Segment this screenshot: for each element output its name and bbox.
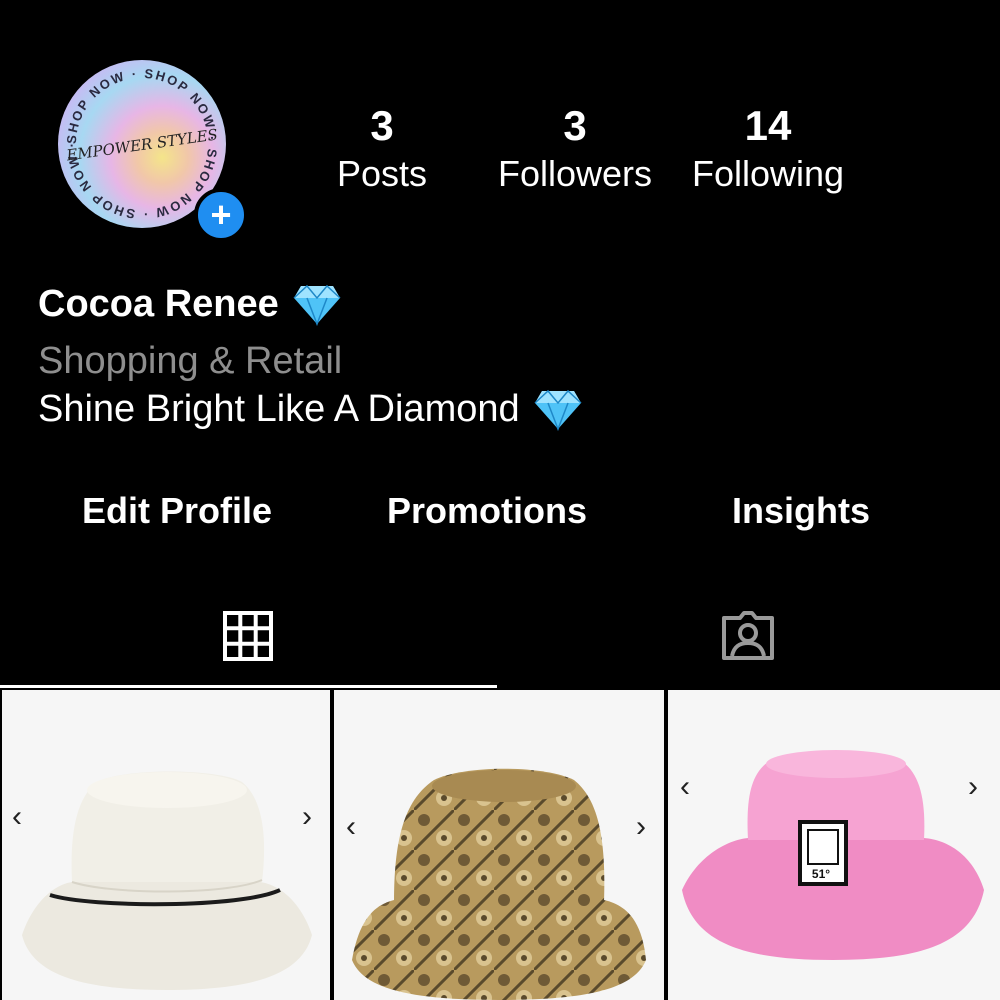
carousel-next-arrow[interactable]: › (302, 800, 312, 834)
tagged-icon (722, 611, 774, 660)
post-tile[interactable]: 51° ‹ › (668, 690, 1000, 1000)
carousel-prev-arrow[interactable]: ‹ (346, 810, 356, 844)
profile-bio: Shine Bright Like A Diamond (38, 388, 520, 430)
followers-label: Followers (497, 153, 653, 194)
carousel-next-arrow[interactable]: › (968, 770, 978, 804)
post-tile[interactable]: ‹ › (2, 690, 330, 1000)
diamond-icon (534, 389, 582, 431)
stat-following[interactable]: 14 Following (668, 100, 868, 196)
carousel-prev-arrow[interactable]: ‹ (680, 770, 690, 804)
tab-tagged[interactable] (698, 600, 798, 672)
profile-name-row: Cocoa Renee (38, 283, 341, 326)
promotions-button[interactable]: Promotions (387, 490, 587, 532)
add-story-button[interactable]: + (194, 188, 248, 242)
white-bucket-hat-image (22, 771, 312, 990)
post-tile[interactable]: ‹ › (334, 690, 664, 1000)
active-tab-indicator (0, 685, 497, 688)
avatar-brand-text: EMPOWER STYLES (64, 125, 219, 164)
following-count: 14 (744, 102, 792, 149)
profile-name: Cocoa Renee (38, 283, 279, 325)
hat-tag-label: 51° (812, 867, 830, 881)
followers-count: 3 (563, 102, 587, 149)
posts-count: 3 (370, 102, 394, 149)
following-label: Following (691, 153, 845, 194)
paisley-bucket-hat-image (352, 768, 646, 1000)
carousel-prev-arrow[interactable]: ‹ (12, 800, 22, 834)
stat-posts[interactable]: 3 Posts (282, 100, 482, 196)
tab-posts-grid[interactable] (198, 600, 298, 672)
edit-profile-button[interactable]: Edit Profile (82, 490, 272, 532)
carousel-next-arrow[interactable]: › (636, 810, 646, 844)
insights-button[interactable]: Insights (732, 490, 870, 532)
profile-bio-row: Shine Bright Like A Diamond (38, 388, 582, 431)
diamond-icon (293, 284, 341, 326)
posts-grid: ‹ › ‹ › 51° ‹ › (0, 690, 1000, 1000)
profile-category: Shopping & Retail (38, 340, 343, 382)
pink-bucket-hat-image: 51° (682, 750, 984, 960)
posts-label: Posts (336, 153, 428, 194)
stat-followers[interactable]: 3 Followers (475, 100, 675, 196)
grid-icon (223, 611, 273, 661)
